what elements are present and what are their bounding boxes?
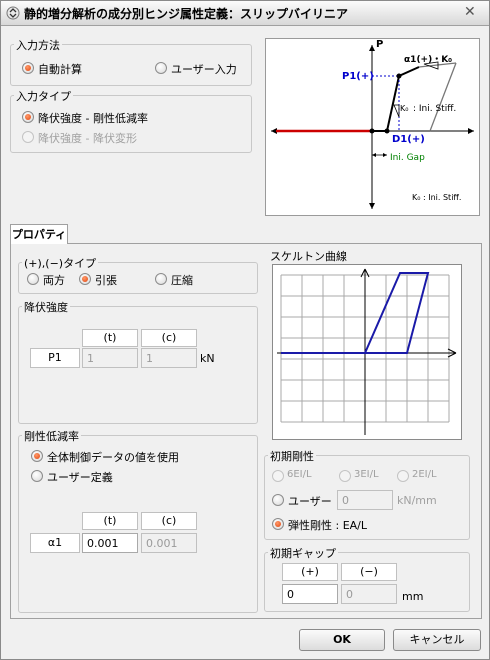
compression-radio[interactable] [155, 273, 167, 285]
tension-label[interactable]: 引張 [95, 272, 117, 288]
global-control-radio[interactable] [31, 450, 43, 462]
yield-deform-radio[interactable] [22, 131, 34, 143]
stiff-elastic-label[interactable]: 弾性剛性 : EA/L [288, 517, 367, 533]
stiff-3eil-label[interactable]: 3EI/L [354, 469, 379, 480]
compression-label[interactable]: 圧縮 [171, 272, 193, 288]
alpha-col-t: (t) [82, 512, 138, 530]
stiffness-reduction-legend: 剛性低減率 [22, 428, 81, 444]
auto-calc-radio[interactable] [22, 62, 34, 74]
yield-strength-legend: 降伏強度 [22, 299, 70, 315]
alpha-col-c: (c) [141, 512, 197, 530]
direction-legend: (+),(−)タイプ [22, 255, 99, 271]
skeleton-curve-plot [272, 264, 462, 440]
yield-p1-t-input[interactable] [82, 348, 138, 368]
yield-p1-c-input[interactable] [141, 348, 197, 368]
diagram-ini-stiff-label: : Ini. Stiff. [413, 104, 457, 114]
gap-col-plus: (+) [282, 563, 338, 581]
both-label[interactable]: 両方 [43, 272, 65, 288]
user-defined-radio[interactable] [31, 470, 43, 482]
global-control-label[interactable]: 全体制御データの値を使用 [47, 449, 179, 465]
alpha-c-input[interactable] [141, 533, 197, 553]
stiff-elastic-radio[interactable] [272, 518, 284, 530]
stiff-6eil-label[interactable]: 6EI/L [287, 469, 312, 480]
diagram-svg [271, 45, 474, 209]
input-method-legend: 入力方法 [14, 37, 62, 53]
stiff-3eil-radio[interactable] [339, 470, 351, 482]
input-type-legend: 入力タイプ [14, 88, 73, 104]
diagram-ini-gap-label: Ini. Gap [390, 153, 425, 163]
hinge-diagram: P P1(+) α1(+)・K₀ K₀ : Ini. Stiff. D1(+) … [265, 38, 480, 216]
gap-col-minus: (−) [341, 563, 397, 581]
yield-stiffness-radio[interactable] [22, 111, 34, 123]
user-defined-label[interactable]: ユーザー定義 [47, 469, 113, 485]
gap-plus-input[interactable] [282, 584, 338, 604]
window-title: 静的増分解析の成分別ヒンジ属性定義：スリップバイリニア [24, 7, 349, 21]
yield-stiffness-label[interactable]: 降伏強度 - 剛性低減率 [38, 110, 148, 126]
diagram-d1-label: D1(+) [392, 134, 425, 145]
tension-radio[interactable] [79, 273, 91, 285]
stiff-2eil-radio[interactable] [397, 470, 409, 482]
cancel-button[interactable]: キャンセル [393, 629, 481, 651]
stiff-user-unit: kN/mm [397, 494, 437, 507]
tab-properties[interactable]: プロパティ [10, 224, 68, 244]
both-radio[interactable] [27, 273, 39, 285]
title-bar: 静的増分解析の成分別ヒンジ属性定義：スリップバイリニア ✕ [0, 0, 490, 26]
gap-unit: mm [402, 590, 424, 603]
stiff-user-radio[interactable] [272, 494, 284, 506]
yield-unit: kN [200, 352, 215, 365]
alpha-t-input[interactable] [82, 533, 138, 553]
stiff-6eil-radio[interactable] [272, 470, 284, 482]
yield-deform-label[interactable]: 降伏強度 - 降伏変形 [38, 130, 137, 146]
close-icon[interactable]: ✕ [464, 4, 476, 20]
initial-stiffness-legend: 初期剛性 [268, 448, 316, 464]
diagram-legend-note: K₀ : Ini. Stiff. [412, 193, 462, 202]
ok-button[interactable]: OK [299, 629, 385, 651]
stiff-user-input[interactable] [337, 490, 393, 510]
diagram-alpha-label: α1(+)・K₀ [404, 55, 453, 65]
diagram-p-label: P [376, 39, 384, 50]
initial-gap-legend: 初期ギャップ [268, 545, 338, 561]
skeleton-curve-svg [277, 268, 457, 435]
auto-calc-label[interactable]: 自動計算 [38, 61, 82, 77]
stiff-user-label[interactable]: ユーザー [288, 493, 332, 509]
yield-col-t: (t) [82, 329, 138, 347]
diagram-k0-mark: K₀ [400, 104, 409, 113]
user-input-radio[interactable] [155, 62, 167, 74]
gap-minus-input[interactable] [341, 584, 397, 604]
yield-row-p1: P1 [30, 348, 80, 368]
window-menu-icon[interactable] [6, 6, 20, 20]
user-input-label[interactable]: ユーザー入力 [171, 61, 237, 77]
diagram-p1-label: P1(+) [342, 71, 374, 82]
yield-col-c: (c) [141, 329, 197, 347]
stiff-2eil-label[interactable]: 2EI/L [412, 469, 437, 480]
skeleton-curve-legend: スケルトン曲線 [268, 248, 349, 264]
alpha-row-label: α1 [30, 533, 80, 553]
